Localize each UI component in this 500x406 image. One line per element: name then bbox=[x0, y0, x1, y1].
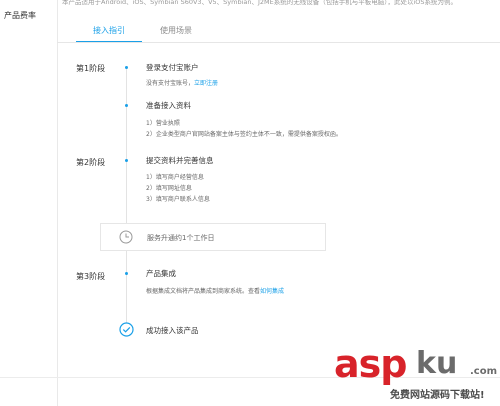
watermark-asp: asp bbox=[334, 342, 407, 386]
check-circle-icon bbox=[119, 322, 134, 337]
sidebar-divider bbox=[57, 0, 58, 406]
tab-integration-guide[interactable]: 接入指引 bbox=[93, 25, 125, 36]
how-to-integrate-link[interactable]: 如何集成 bbox=[260, 288, 284, 295]
step-submit-item-1: 1）填写商户经营信息 bbox=[146, 174, 204, 181]
step-submit-item-3: 3）填写商户联系人信息 bbox=[146, 196, 210, 203]
step-submit-title: 提交资料并完善信息 bbox=[146, 156, 214, 165]
intro-text: 本产品适用于Android、iOS、Symbian S60V3、V5、Symbi… bbox=[62, 0, 458, 6]
step-integrate-desc: 根据集成文档将产品集成到商家系统。查看如何集成 bbox=[146, 286, 284, 295]
watermark-ku: ku bbox=[416, 346, 458, 381]
step-login-desc-text: 没有支付宝账号， bbox=[146, 80, 195, 87]
stage-3-label: 第3阶段 bbox=[76, 272, 106, 281]
service-activation-text: 服务升通约1个工作日 bbox=[147, 234, 215, 242]
sidebar-label-pricing[interactable]: 产品费率 bbox=[4, 10, 36, 21]
tab-use-cases[interactable]: 使用场景 bbox=[160, 25, 192, 36]
step-login-title: 登录支付宝账户 bbox=[146, 63, 199, 72]
timeline-dot bbox=[125, 104, 128, 107]
step-prepare-title: 准备接入资料 bbox=[146, 101, 191, 110]
aspku-watermark: asp ku .com 免费网站源码下载站! bbox=[328, 340, 500, 406]
step-prepare-item-2: 2）企业类型商户官网站备案主体与签约主体不一致，需提供备案授权函。 bbox=[146, 131, 342, 138]
stage-2-label: 第2阶段 bbox=[76, 158, 106, 167]
step-submit-item-2: 2）填写网址信息 bbox=[146, 185, 192, 192]
timeline-line bbox=[126, 68, 127, 328]
tabs-divider bbox=[57, 42, 500, 43]
step-prepare-item-1: 1）营业执照 bbox=[146, 120, 180, 127]
timeline-dot bbox=[125, 66, 128, 69]
step-integrate-desc-text: 根据集成文档将产品集成到商家系统。查看 bbox=[146, 288, 261, 295]
stage-1-label: 第1阶段 bbox=[76, 64, 106, 73]
step-integrate-title: 产品集成 bbox=[146, 269, 176, 278]
step-done-title: 成功接入该产品 bbox=[146, 326, 199, 335]
clock-icon bbox=[119, 230, 133, 244]
register-link[interactable]: 立即注册 bbox=[194, 80, 218, 87]
service-activation-box: 服务升通约1个工作日 bbox=[100, 223, 326, 251]
step-login-desc: 没有支付宝账号，立即注册 bbox=[146, 78, 218, 87]
watermark-subtitle: 免费网站源码下载站! bbox=[390, 390, 485, 401]
timeline-dot bbox=[125, 159, 128, 162]
timeline-dot bbox=[125, 272, 128, 275]
watermark-com: .com bbox=[470, 366, 498, 377]
